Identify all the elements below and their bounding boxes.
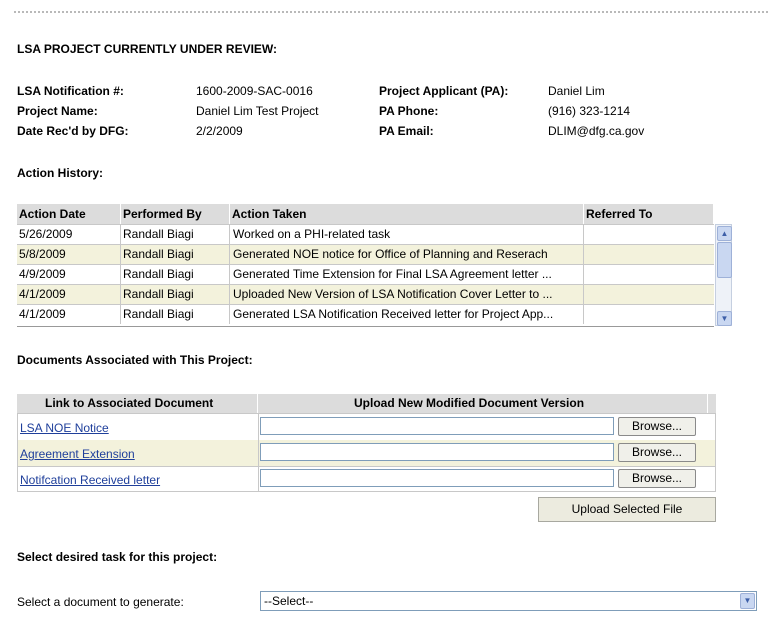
generate-document-select[interactable]: --Select-- ▼	[260, 591, 757, 611]
table-row: Notifcation Received letter Browse...	[18, 466, 715, 492]
history-scrollbar[interactable]: ▲ ▼	[715, 224, 732, 326]
history-grid: 5/26/2009 Randall Biagi Worked on a PHI-…	[17, 224, 714, 327]
notification-label: LSA Notification #:	[17, 84, 124, 98]
action-date-cell: 5/8/2009	[19, 247, 66, 261]
applicant-label: Project Applicant (PA):	[379, 84, 509, 98]
documents-header-stub	[708, 394, 716, 413]
action-taken-cell: Generated NOE notice for Office of Plann…	[233, 247, 548, 261]
top-divider	[14, 11, 768, 13]
performed-by-cell: Randall Biagi	[123, 307, 194, 321]
action-history-heading: Action History:	[17, 166, 104, 180]
upload-selected-file-button[interactable]: Upload Selected File	[538, 497, 716, 522]
col-referred-to: Referred To	[586, 207, 653, 221]
performed-by-cell: Randall Biagi	[123, 247, 194, 261]
action-date-cell: 5/26/2009	[19, 227, 73, 241]
document-link-noe-notice[interactable]: LSA NOE Notice	[20, 421, 109, 435]
email-label: PA Email:	[379, 124, 434, 138]
action-taken-cell: Worked on a PHI-related task	[233, 227, 391, 241]
file-path-input[interactable]	[260, 469, 614, 487]
col-link-to-document: Link to Associated Document	[45, 396, 214, 410]
chevron-down-icon[interactable]: ▼	[740, 593, 755, 609]
date-received-label: Date Rec'd by DFG:	[17, 124, 129, 138]
chevron-up-icon[interactable]: ▲	[717, 226, 732, 241]
phone-value: (916) 323-1214	[548, 104, 631, 118]
chevron-down-icon[interactable]: ▼	[717, 311, 732, 326]
file-path-input[interactable]	[260, 417, 614, 435]
browse-button[interactable]: Browse...	[618, 443, 696, 462]
project-name-value: Daniel Lim Test Project	[196, 104, 319, 118]
table-row[interactable]: 4/1/2009 Randall Biagi Uploaded New Vers…	[17, 284, 714, 304]
table-row[interactable]: 5/8/2009 Randall Biagi Generated NOE not…	[17, 244, 714, 264]
phone-label: PA Phone:	[379, 104, 439, 118]
performed-by-cell: Randall Biagi	[123, 287, 194, 301]
col-action-taken: Action Taken	[232, 207, 307, 221]
email-value: DLIM@dfg.ca.gov	[548, 124, 645, 138]
table-row: Agreement Extension Browse...	[18, 440, 715, 467]
scrollbar-thumb[interactable]	[717, 242, 732, 278]
document-link-agreement-extension[interactable]: Agreement Extension	[20, 447, 135, 461]
date-received-value: 2/2/2009	[196, 124, 243, 138]
document-link-notification-received[interactable]: Notifcation Received letter	[20, 473, 160, 487]
action-taken-cell: Generated LSA Notification Received lett…	[233, 307, 554, 321]
col-action-date: Action Date	[19, 207, 86, 221]
generate-document-label: Select a document to generate:	[17, 595, 184, 609]
select-value: --Select--	[264, 594, 314, 608]
table-row[interactable]: 4/9/2009 Randall Biagi Generated Time Ex…	[17, 264, 714, 284]
performed-by-cell: Randall Biagi	[123, 227, 194, 241]
table-row[interactable]: 5/26/2009 Randall Biagi Worked on a PHI-…	[17, 224, 714, 244]
applicant-value: Daniel Lim	[548, 84, 605, 98]
table-row: LSA NOE Notice Browse...	[18, 414, 715, 441]
documents-table: LSA NOE Notice Browse... Agreement Exten…	[17, 413, 716, 492]
project-name-label: Project Name:	[17, 104, 98, 118]
action-taken-cell: Generated Time Extension for Final LSA A…	[233, 267, 552, 281]
action-date-cell: 4/9/2009	[19, 267, 66, 281]
performed-by-cell: Randall Biagi	[123, 267, 194, 281]
action-date-cell: 4/1/2009	[19, 307, 66, 321]
history-grid-header: Action Date Performed By Action Taken Re…	[17, 204, 713, 224]
review-heading: LSA PROJECT CURRENTLY UNDER REVIEW:	[17, 42, 278, 56]
documents-heading: Documents Associated with This Project:	[17, 353, 253, 367]
file-path-input[interactable]	[260, 443, 614, 461]
action-taken-cell: Uploaded New Version of LSA Notification…	[233, 287, 553, 301]
action-date-cell: 4/1/2009	[19, 287, 66, 301]
task-heading: Select desired task for this project:	[17, 550, 218, 564]
browse-button[interactable]: Browse...	[618, 417, 696, 436]
notification-value: 1600-2009-SAC-0016	[196, 84, 313, 98]
documents-header: Link to Associated Document Upload New M…	[17, 394, 707, 413]
col-upload-new-version: Upload New Modified Document Version	[354, 396, 585, 410]
table-row[interactable]: 4/1/2009 Randall Biagi Generated LSA Not…	[17, 304, 714, 324]
browse-button[interactable]: Browse...	[618, 469, 696, 488]
col-performed-by: Performed By	[123, 207, 202, 221]
